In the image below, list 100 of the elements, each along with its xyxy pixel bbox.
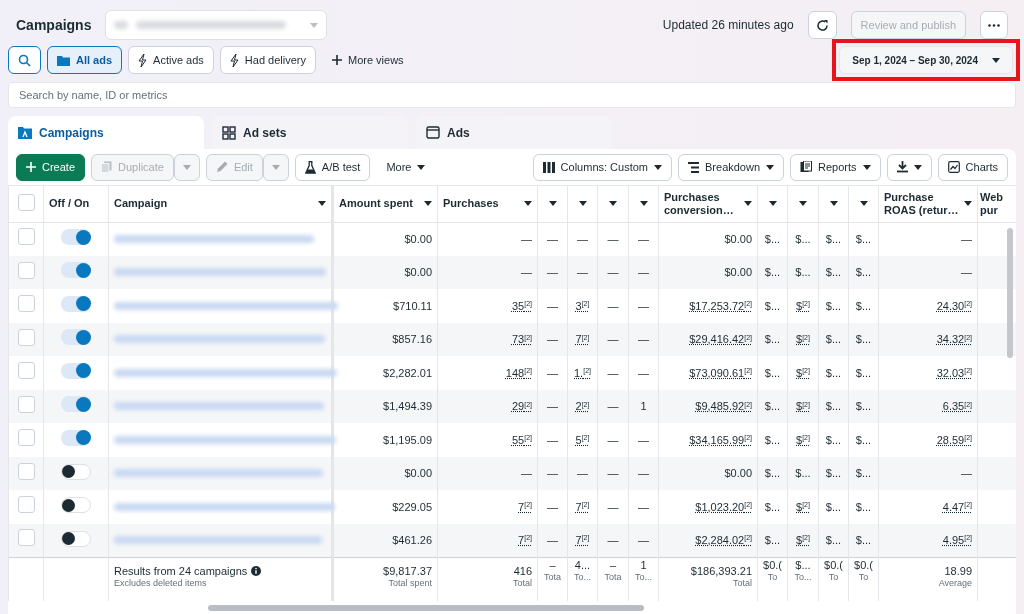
reports-button[interactable]: Reports xyxy=(790,153,881,181)
more-views-button[interactable]: More views xyxy=(321,46,414,74)
toggle-switch[interactable] xyxy=(61,497,91,514)
row-checkbox[interactable] xyxy=(17,429,35,446)
column-header: Off / On xyxy=(49,197,90,211)
toggle-switch[interactable] xyxy=(61,396,91,413)
sort-button[interactable] xyxy=(639,201,648,207)
table-cell: — xyxy=(607,366,619,379)
plus-icon xyxy=(26,162,36,172)
row-checkbox[interactable] xyxy=(17,496,35,513)
toggle-switch[interactable] xyxy=(61,429,91,446)
sort-button[interactable] xyxy=(829,201,838,207)
table-cell: — xyxy=(547,299,558,312)
caret-icon xyxy=(766,164,775,170)
tab[interactable]: Ad sets xyxy=(212,116,408,149)
campaign-icon xyxy=(18,126,32,139)
search-button[interactable] xyxy=(8,46,41,74)
table-cell: — xyxy=(521,467,532,479)
total-value: $9,817.37 xyxy=(382,563,432,578)
table-cell: 35$^{[2]}$ xyxy=(511,299,532,312)
caret-icon xyxy=(417,164,426,170)
sort-button[interactable] xyxy=(578,201,587,207)
sort-button[interactable] xyxy=(859,201,868,207)
charts-button[interactable]: Charts xyxy=(937,153,1008,181)
row-checkbox[interactable] xyxy=(17,295,35,312)
lightning-icon xyxy=(229,53,239,67)
table-cell: — xyxy=(961,467,972,479)
view-button[interactable]: All ads xyxy=(47,46,123,74)
row-checkbox[interactable] xyxy=(17,261,35,279)
toggle-switch[interactable] xyxy=(61,530,91,547)
table-cell: — xyxy=(521,266,532,278)
pencil-icon xyxy=(215,161,228,173)
sort-button[interactable] xyxy=(768,201,777,207)
column-header[interactable]: Campaign xyxy=(114,197,168,211)
row-checkbox[interactable] xyxy=(17,328,35,346)
sort-button[interactable] xyxy=(524,201,532,207)
table-cell: $$^{[2]}$ xyxy=(796,533,810,546)
total-label: Total spent xyxy=(387,577,432,590)
search-field[interactable]: Search by name, ID or metrics xyxy=(8,82,1016,108)
select-all-checkbox[interactable] xyxy=(17,193,35,211)
toggle-switch[interactable] xyxy=(61,329,91,346)
sort-button[interactable] xyxy=(318,201,326,207)
toggle-switch[interactable] xyxy=(61,262,91,279)
table-cell: 7$^{[2]}$ xyxy=(518,533,532,546)
report-icon xyxy=(800,161,813,173)
table-cell: — xyxy=(638,533,649,546)
info-icon xyxy=(251,565,262,576)
refresh-button[interactable] xyxy=(807,11,837,39)
copy-icon xyxy=(101,161,113,173)
table-cell: $710.11 xyxy=(393,299,432,312)
plus-icon xyxy=(331,55,342,65)
row-checkbox[interactable] xyxy=(17,529,35,547)
search-icon xyxy=(18,53,31,67)
table-cell: — xyxy=(961,266,972,278)
toggle-switch[interactable] xyxy=(61,229,91,245)
table-cell: $... xyxy=(764,299,781,312)
scrollbar-thumb[interactable] xyxy=(1007,228,1013,358)
table-cell: 7$^{[2]}$ xyxy=(575,533,590,546)
table-cell: — xyxy=(607,232,619,245)
table-cell: $... xyxy=(764,467,781,479)
columns-button[interactable]: Columns: Custom xyxy=(532,153,672,181)
view-button[interactable]: Had delivery xyxy=(219,46,316,74)
row-checkbox[interactable] xyxy=(17,362,35,379)
total-label: Total xyxy=(732,577,752,590)
table-cell: — xyxy=(638,266,649,278)
table-cell: 29$^{[2]}$ xyxy=(511,400,532,412)
tab[interactable]: Ads xyxy=(416,116,612,149)
table-cell: $29,416.42$^{[2]}$ xyxy=(689,333,752,345)
row-checkbox[interactable] xyxy=(17,228,35,246)
total-value: 18.99 xyxy=(943,563,972,578)
table-cell: — xyxy=(638,467,649,479)
export-button[interactable] xyxy=(886,153,932,181)
view-button[interactable]: Active ads xyxy=(128,46,214,74)
caret-icon xyxy=(964,201,972,207)
more-menu-button[interactable]: More xyxy=(376,153,436,181)
sort-button[interactable] xyxy=(548,201,557,207)
breakdown-button[interactable]: Breakdown xyxy=(678,153,785,181)
table-cell: $$^{[2]}$ xyxy=(796,333,810,345)
flask-icon xyxy=(304,160,316,174)
create-button[interactable]: Create xyxy=(16,153,86,181)
toggle-switch[interactable] xyxy=(61,463,91,480)
table-cell: 5$^{[2]}$ xyxy=(575,433,590,446)
sort-button[interactable] xyxy=(744,201,752,207)
toggle-switch[interactable] xyxy=(61,295,91,312)
tab[interactable]: Campaigns xyxy=(8,116,204,149)
sort-button[interactable] xyxy=(424,201,432,207)
sort-button[interactable] xyxy=(964,201,972,207)
ab-test-button[interactable]: A/B test xyxy=(294,153,371,181)
table-cell: 55$^{[2]}$ xyxy=(511,433,532,446)
sort-button[interactable] xyxy=(609,201,617,207)
scrollbar-thumb[interactable] xyxy=(208,605,644,611)
total-label: Total xyxy=(512,577,532,590)
table-cell: $... xyxy=(825,433,842,446)
row-checkbox[interactable] xyxy=(17,395,35,413)
table-cell: $9,485.92$^{[2]}$ xyxy=(695,400,752,412)
redacted-icon xyxy=(114,21,129,29)
date-range-button[interactable]: Sep 1, 2024 – Sep 30, 2024 xyxy=(839,46,1013,74)
row-checkbox[interactable] xyxy=(17,462,35,480)
toggle-switch[interactable] xyxy=(61,362,91,379)
sort-button[interactable] xyxy=(799,201,807,207)
